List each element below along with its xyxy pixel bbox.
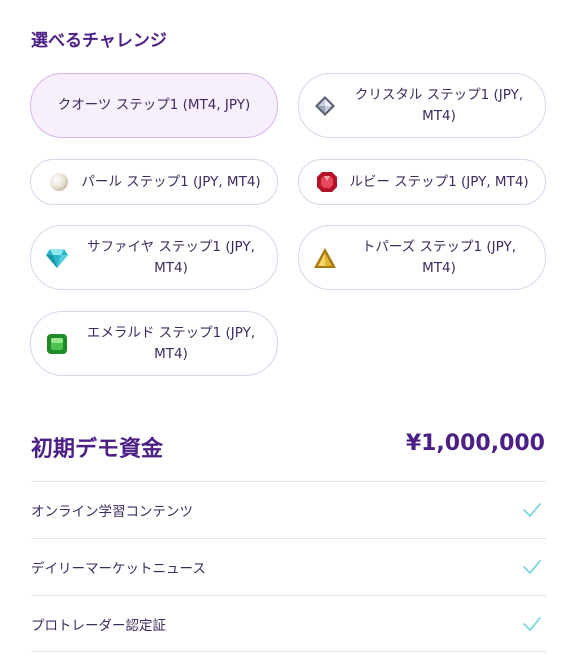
option-label: クリスタル ステップ1 (JPY, MT4) [354, 86, 524, 124]
option-topaz[interactable]: トパーズ ステップ1 (JPY, MT4) [298, 225, 546, 290]
option-label: クオーツ ステップ1 (MT4, JPY) [57, 97, 251, 113]
crystal-icon [313, 94, 337, 118]
option-quartz[interactable]: クオーツ ステップ1 (MT4, JPY) [30, 73, 278, 138]
option-ruby[interactable]: ルビー ステップ1 (JPY, MT4) [298, 159, 546, 205]
feature-label: プロトレーダー認定証 [31, 617, 166, 634]
option-crystal[interactable]: クリスタル ステップ1 (JPY, MT4) [298, 73, 546, 138]
option-label: エメラルド ステップ1 (JPY, MT4) [86, 324, 256, 362]
option-label: サファイヤ ステップ1 (JPY, MT4) [87, 238, 255, 276]
check-icon [523, 503, 541, 517]
check-icon [523, 560, 541, 574]
option-label: ルビー ステップ1 (JPY, MT4) [349, 173, 529, 190]
sapphire-icon [45, 246, 69, 270]
section-title: 選べるチャレンジ [31, 31, 167, 51]
feature-label: オンライン学習コンテンツ [31, 504, 193, 520]
demo-funds-value: ¥1,000,000 [405, 431, 545, 456]
option-emerald[interactable]: エメラルド ステップ1 (JPY, MT4) [30, 311, 278, 376]
topaz-icon [313, 246, 337, 270]
option-label: トパーズ ステップ1 (JPY, MT4) [361, 238, 517, 276]
feature-row: プロトレーダー認定証 [31, 595, 546, 652]
option-sapphire[interactable]: サファイヤ ステップ1 (JPY, MT4) [30, 225, 278, 290]
option-label: パール ステップ1 (JPY, MT4) [81, 173, 261, 190]
feature-row: オンライン学習コンテンツ [31, 481, 546, 538]
feature-label: デイリーマーケットニュース [31, 561, 206, 577]
feature-row: デイリーマーケットニュース [31, 538, 546, 595]
check-icon [523, 616, 541, 631]
demo-funds-label: 初期デモ資金 [31, 437, 164, 462]
feature-list: オンライン学習コンテンツ デイリーマーケットニュース プロトレーダー認定証 [31, 481, 546, 652]
ruby-icon [315, 170, 339, 194]
emerald-icon [45, 332, 69, 356]
option-pearl[interactable]: パール ステップ1 (JPY, MT4) [30, 159, 278, 205]
pearl-icon [47, 170, 71, 194]
